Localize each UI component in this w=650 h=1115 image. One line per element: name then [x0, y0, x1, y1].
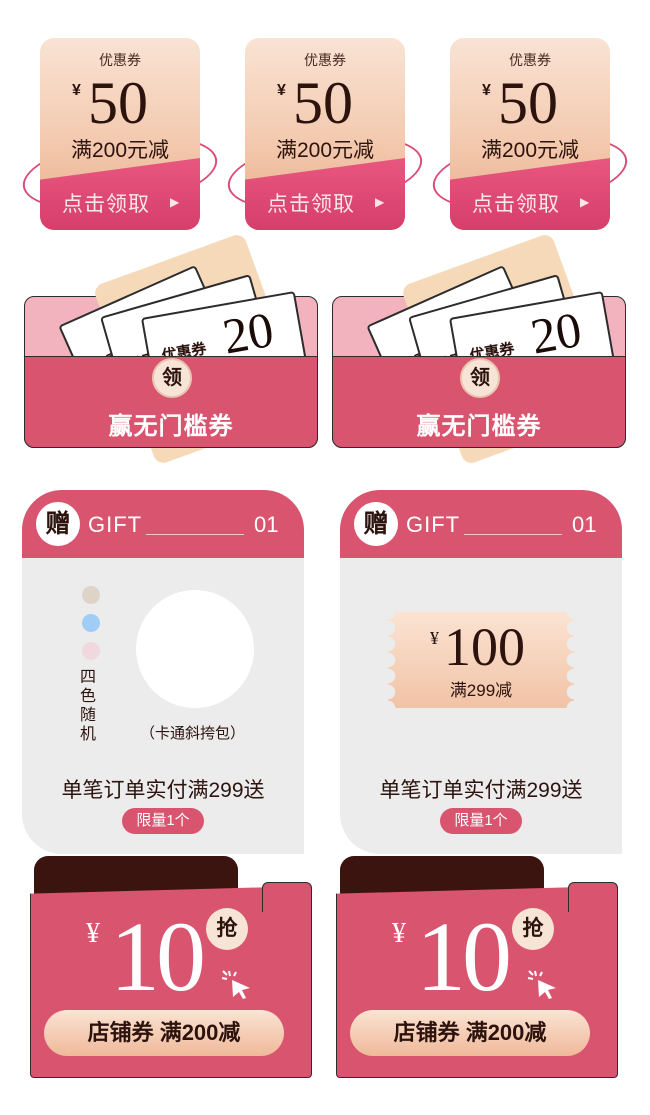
- limit-badge: 限量1个: [122, 808, 204, 834]
- currency-symbol: ¥: [392, 918, 406, 949]
- coupon-label: 优惠券: [99, 52, 141, 68]
- coupon-condition: 满200元减: [70, 139, 170, 162]
- gift-card-coupon: 赠 GIFT 01 ¥ 100 满299减 单笔订单实付满299送 限量1个: [340, 490, 622, 854]
- coupon-amount: 10: [110, 901, 206, 1012]
- coupon-50-3[interactable]: 优惠券 ¥ 50 满200元减 点击领取 ▶: [428, 38, 632, 230]
- coupon-label: 优惠券: [304, 52, 346, 68]
- gift-card-bag: 赠 GIFT 01 四色随机 （卡通斜挎包） 单笔订单实付满299送 限量1个: [22, 490, 304, 854]
- envelope-title: 赢无门槛券: [108, 413, 234, 440]
- click-cursor-icon: [221, 970, 250, 999]
- color-swatch-beige: [82, 586, 100, 604]
- play-arrow-icon: ▶: [170, 195, 180, 209]
- gift-condition: 单笔订单实付满299送: [61, 779, 265, 802]
- coupon-notch: [568, 882, 618, 912]
- color-swatch-pink: [82, 642, 100, 660]
- gift-number: 01: [254, 512, 279, 537]
- coupon-amount: 100: [444, 617, 525, 677]
- divider: [146, 534, 244, 535]
- coupon-amount: 10: [416, 901, 512, 1012]
- limit-badge: 限量1个: [440, 808, 522, 834]
- coupon-label-bar: 店铺券 满200减: [350, 1010, 590, 1056]
- coupon-condition: 满200元减: [480, 139, 580, 162]
- coupon-amount: 50: [88, 70, 148, 136]
- currency-symbol: ¥: [86, 918, 100, 949]
- grab-button[interactable]: 抢: [206, 908, 248, 950]
- product-image-placeholder: [136, 590, 254, 708]
- coupon-label-bar: 店铺券 满200减: [44, 1010, 284, 1056]
- claim-button[interactable]: 点击领取: [62, 188, 150, 218]
- claim-button[interactable]: 点击领取: [472, 188, 560, 218]
- coupon-condition: 满200元减: [275, 139, 375, 162]
- gift-number: 01: [572, 512, 597, 537]
- grab-button[interactable]: 抢: [512, 908, 554, 950]
- play-arrow-icon: ▶: [580, 195, 590, 209]
- divider: [464, 534, 562, 535]
- gift-word: GIFT: [406, 512, 461, 537]
- coupon-50-2[interactable]: 优惠券 ¥ 50 满200元减 点击领取 ▶: [223, 38, 427, 230]
- color-swatch-blue: [82, 614, 100, 632]
- coupon-50-1[interactable]: 优惠券 ¥ 50 满200元减 点击领取 ▶: [18, 38, 222, 230]
- currency-symbol: ¥: [430, 628, 439, 648]
- claim-badge[interactable]: 领: [460, 358, 500, 398]
- click-cursor-icon: [527, 970, 556, 999]
- product-label: （卡通斜挎包）: [140, 725, 246, 742]
- claim-button[interactable]: 点击领取: [267, 188, 355, 218]
- coupon-notch: [262, 882, 312, 912]
- envelope-title: 赢无门槛券: [416, 413, 542, 440]
- coupon-100: ¥ 100 满299减: [388, 612, 574, 708]
- envelope-coupon-2[interactable]: 优惠券 20 优惠券 20 优惠券 20 领 赢无门槛券: [332, 232, 632, 468]
- play-arrow-icon: ▶: [375, 195, 385, 209]
- shop-coupon-2[interactable]: ¥ 10 抢 店铺券 满200减: [336, 856, 618, 1082]
- colors-random-label: 四色随机: [79, 669, 96, 743]
- envelope-coupon-1[interactable]: 优惠券 20 优惠券 20 优惠券 20 领 赢无门槛券: [24, 232, 324, 468]
- currency-symbol: ¥: [482, 82, 491, 99]
- coupon-amount: 50: [498, 70, 558, 136]
- gift-badge: 赠: [36, 502, 80, 546]
- shop-coupon-1[interactable]: ¥ 10 抢 店铺券 满200减: [30, 856, 312, 1082]
- coupon-condition: 满299减: [449, 681, 513, 700]
- coupon-amount: 50: [293, 70, 353, 136]
- currency-symbol: ¥: [277, 82, 286, 99]
- currency-symbol: ¥: [72, 82, 81, 99]
- gift-word: GIFT: [88, 512, 143, 537]
- claim-badge[interactable]: 领: [152, 358, 192, 398]
- gift-badge: 赠: [354, 502, 398, 546]
- gift-condition: 单笔订单实付满299送: [379, 779, 583, 802]
- coupon-label: 优惠券: [509, 52, 551, 68]
